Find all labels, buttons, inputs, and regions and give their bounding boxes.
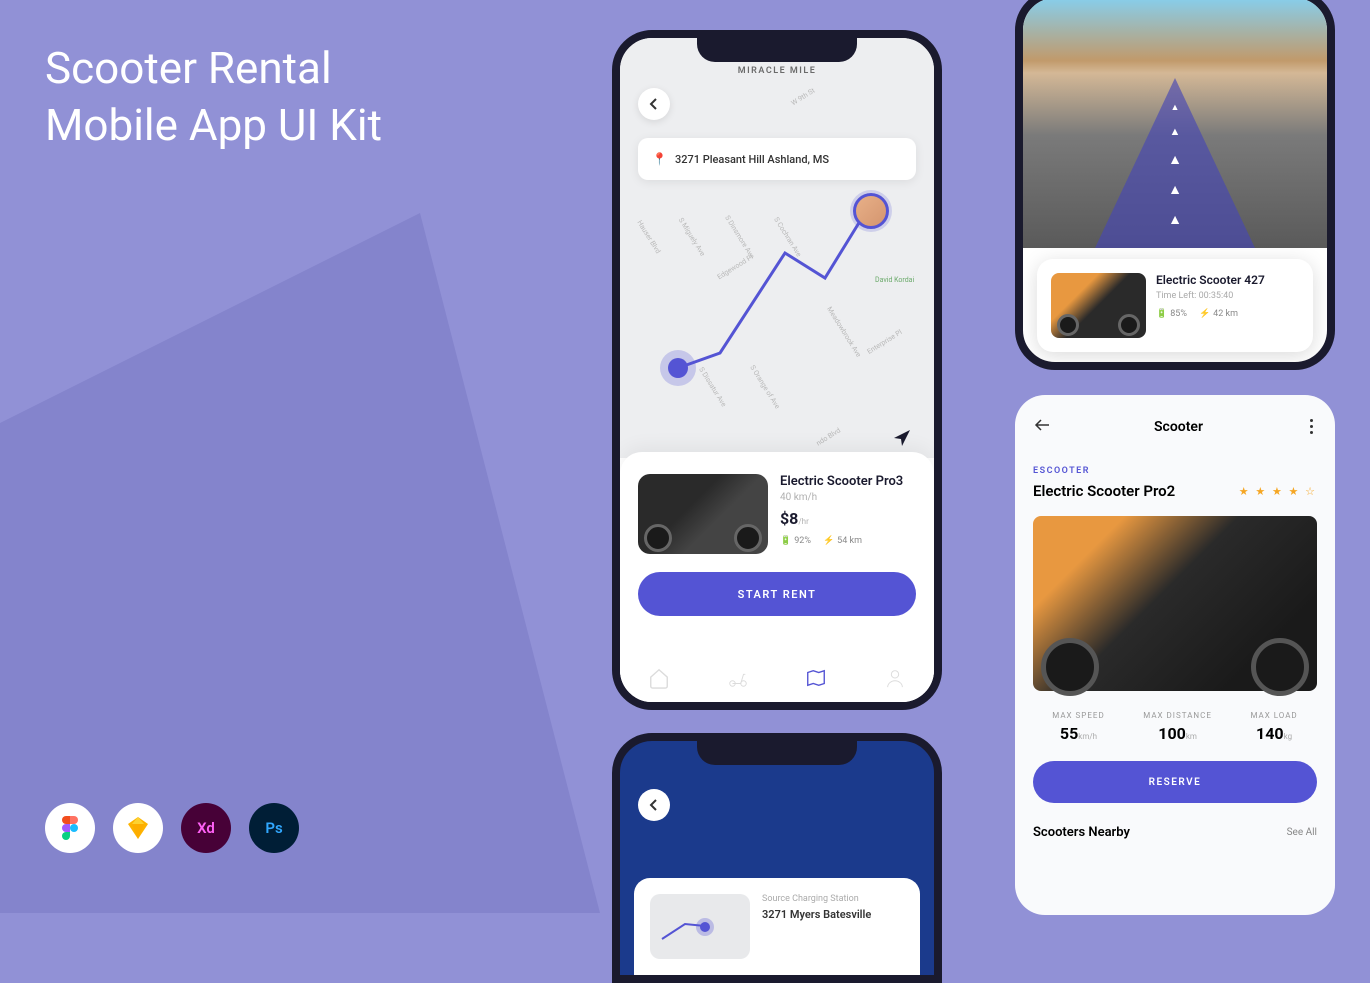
map-pin — [700, 922, 710, 932]
scooter-speed: 40 km/h — [780, 492, 916, 503]
spec-max-speed: MAX SPEED 55km/h — [1052, 711, 1104, 743]
spec-max-distance: MAX DISTANCE 100km — [1143, 711, 1212, 743]
chevron-up-icon: ▲ — [1170, 125, 1181, 138]
title-line-2: Mobile App UI Kit — [45, 97, 382, 154]
scooter-image — [638, 474, 768, 554]
user-avatar-pin[interactable] — [853, 193, 889, 229]
scooter-card[interactable]: Electric Scooter Pro3 40 km/h $8/hr 🔋92%… — [638, 474, 916, 554]
scooter-image — [1051, 273, 1146, 338]
rating-stars: ★ ★ ★ ★ ☆ — [1239, 485, 1317, 498]
bottom-nav — [620, 654, 934, 702]
name-row: Electric Scooter Pro2 ★ ★ ★ ★ ☆ — [1033, 482, 1317, 500]
profile-icon[interactable] — [884, 667, 906, 689]
page-title: Scooter Rental Mobile App UI Kit — [45, 40, 382, 154]
destination-pin[interactable] — [668, 358, 688, 378]
stat-badges: 🔋85% ⚡42 km — [1156, 309, 1299, 319]
detail-header: Scooter — [1033, 415, 1317, 438]
scooter-price: $8/hr — [780, 509, 916, 528]
distance-badge: ⚡42 km — [1199, 309, 1238, 319]
scooter-name: Electric Scooter 427 — [1156, 273, 1299, 287]
stat-badges: 🔋92% ⚡54 km — [780, 536, 916, 546]
scooter-info: Electric Scooter Pro3 40 km/h $8/hr 🔋92%… — [780, 474, 916, 554]
scooter-hero-image — [1033, 516, 1317, 691]
mini-map — [650, 894, 750, 959]
back-button[interactable] — [1033, 417, 1051, 436]
distance-badge: ⚡54 km — [823, 536, 862, 546]
nearby-title: Scooters Nearby — [1033, 825, 1130, 840]
tool-icons: Xd Ps — [45, 803, 299, 853]
chevron-up-icon: ▲ — [1168, 181, 1182, 198]
chevron-up-icon: ▲ — [1171, 102, 1180, 113]
see-all-link[interactable]: See All — [1287, 827, 1317, 838]
distance-icon: ⚡ — [1199, 309, 1210, 319]
page-title: Scooter — [1154, 419, 1203, 435]
nav-scooter-card[interactable]: Electric Scooter 427 Time Left: 00:35:40… — [1037, 259, 1313, 352]
reserve-button[interactable]: RESERVE — [1033, 761, 1317, 803]
battery-badge: 🔋85% — [1156, 309, 1187, 319]
scooter-name: Electric Scooter Pro2 — [1033, 482, 1175, 500]
locate-icon[interactable] — [892, 428, 912, 448]
notch — [697, 38, 857, 62]
battery-badge: 🔋92% — [780, 536, 811, 546]
source-label: Source Charging Station — [762, 894, 904, 904]
category-label: ESCOOTER — [1033, 466, 1317, 476]
battery-icon: 🔋 — [1156, 309, 1167, 319]
phone-detail-screen: Scooter ESCOOTER Electric Scooter Pro2 ★… — [1015, 395, 1335, 915]
chevron-up-icon: ▲ — [1168, 211, 1182, 228]
specs-row: MAX SPEED 55km/h MAX DISTANCE 100km MAX … — [1033, 711, 1317, 743]
time-left: Time Left: 00:35:40 — [1156, 291, 1299, 301]
map-icon[interactable] — [805, 667, 827, 689]
figma-icon — [45, 803, 95, 853]
source-address: 3271 Myers Batesville — [762, 908, 904, 921]
back-button[interactable] — [638, 789, 670, 821]
charging-card[interactable]: Source Charging Station 3271 Myers Bates… — [634, 878, 920, 975]
charging-info: Source Charging Station 3271 Myers Bates… — [762, 894, 904, 959]
scooter-name: Electric Scooter Pro3 — [780, 474, 916, 489]
start-rent-button[interactable]: START RENT — [638, 572, 916, 616]
map[interactable]: MIRACLE MILE 📍 3271 Pleasant Hill Ashlan… — [620, 38, 934, 458]
more-button[interactable] — [1306, 415, 1317, 438]
phone-charging-screen: Source Charging Station 3271 Myers Bates… — [612, 733, 942, 983]
battery-icon: 🔋 — [780, 536, 791, 546]
phone-map-screen: MIRACLE MILE 📍 3271 Pleasant Hill Ashlan… — [612, 30, 942, 710]
scooter-icon[interactable] — [727, 667, 749, 689]
xd-icon: Xd — [181, 803, 231, 853]
route-line — [620, 38, 934, 458]
photoshop-icon: Ps — [249, 803, 299, 853]
phone-navigation-screen: ▲ ▲ ▲ ▲ ▲ Electric Scooter 427 Time Left… — [1015, 0, 1335, 370]
spec-max-load: MAX LOAD 140kg — [1250, 711, 1297, 743]
title-line-1: Scooter Rental — [45, 40, 382, 97]
scooter-sheet: Electric Scooter Pro3 40 km/h $8/hr 🔋92%… — [620, 452, 934, 702]
ar-road-view: ▲ ▲ ▲ ▲ ▲ — [1023, 0, 1327, 248]
sketch-icon — [113, 803, 163, 853]
distance-icon: ⚡ — [823, 536, 834, 546]
home-icon[interactable] — [648, 667, 670, 689]
chevron-up-icon: ▲ — [1168, 151, 1182, 168]
nearby-row: Scooters Nearby See All — [1033, 825, 1317, 840]
notch — [697, 741, 857, 765]
nav-info: Electric Scooter 427 Time Left: 00:35:40… — [1156, 273, 1299, 338]
